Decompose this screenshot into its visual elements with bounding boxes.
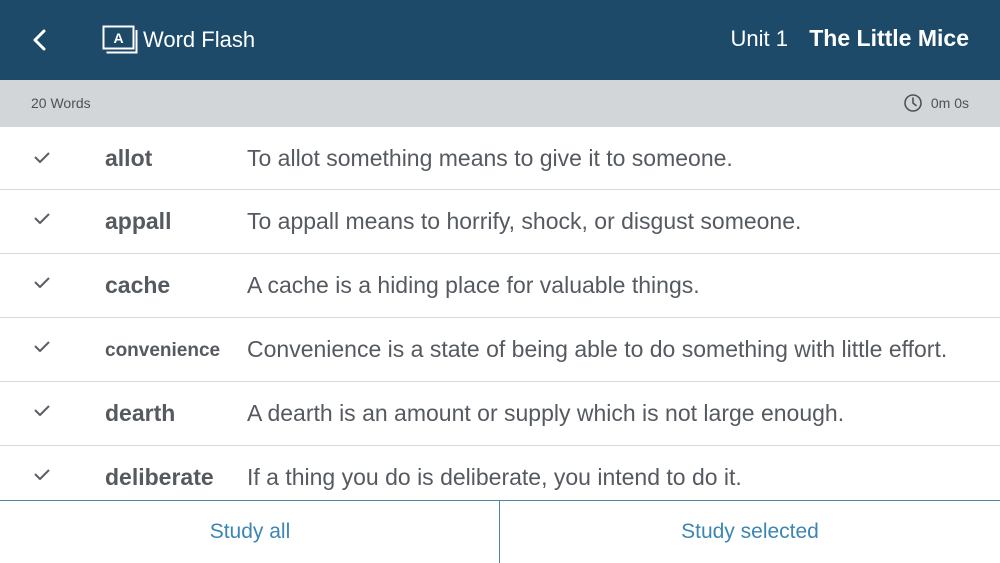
checkmark-icon[interactable] xyxy=(33,340,51,354)
word-term: cache xyxy=(105,272,171,298)
clock-icon xyxy=(904,94,922,112)
word-definition: Convenience is a state of being able to … xyxy=(247,336,948,362)
list-item[interactable]: allot To allot something means to give i… xyxy=(0,127,1000,190)
word-term: appall xyxy=(105,208,172,234)
word-definition: To appall means to horrify, shock, or di… xyxy=(247,208,802,234)
app-title: Word Flash xyxy=(143,27,256,52)
word-term: convenience xyxy=(105,340,221,361)
checkmark-icon[interactable] xyxy=(33,404,51,418)
story-title: The Little Mice xyxy=(809,25,969,51)
word-definition: To allot something means to give it to s… xyxy=(247,145,733,171)
svg-text:A: A xyxy=(113,30,123,46)
list-item[interactable]: convenience Convenience is a state of be… xyxy=(0,318,1000,382)
word-term: allot xyxy=(105,145,153,171)
list-item[interactable]: cache A cache is a hiding place for valu… xyxy=(0,254,1000,318)
list-item[interactable]: deliberate If a thing you do is delibera… xyxy=(0,446,1000,500)
timer: 0m 0s xyxy=(903,93,969,113)
app-brand: A Word Flash xyxy=(102,24,255,56)
word-flash-logo-icon: A xyxy=(102,25,138,54)
back-button[interactable] xyxy=(22,22,58,58)
word-definition: A cache is a hiding place for valuable t… xyxy=(247,272,700,298)
word-count: 20 Words xyxy=(31,95,91,111)
chevron-left-icon xyxy=(33,29,46,51)
footer-actions: Study all Study selected xyxy=(0,500,1000,563)
info-bar: 20 Words 0m 0s xyxy=(0,80,1000,127)
word-term: deliberate xyxy=(105,464,214,490)
study-selected-button[interactable]: Study selected xyxy=(500,501,1000,563)
app-header: A Word Flash Unit 1 The Little Mice xyxy=(0,0,1000,80)
word-list[interactable]: allot To allot something means to give i… xyxy=(0,127,1000,500)
checkmark-icon[interactable] xyxy=(33,276,51,290)
checkmark-icon[interactable] xyxy=(33,151,51,165)
list-item[interactable]: appall To appall means to horrify, shock… xyxy=(0,190,1000,254)
list-item[interactable]: dearth A dearth is an amount or supply w… xyxy=(0,382,1000,446)
word-definition: A dearth is an amount or supply which is… xyxy=(247,400,845,426)
unit-label: Unit 1 xyxy=(730,26,788,51)
word-definition: If a thing you do is deliberate, you int… xyxy=(247,464,742,490)
study-all-button[interactable]: Study all xyxy=(0,501,500,563)
timer-value: 0m 0s xyxy=(930,95,969,111)
footer-divider xyxy=(499,501,500,563)
word-term: dearth xyxy=(105,400,176,426)
checkmark-icon[interactable] xyxy=(33,212,51,226)
checkmark-icon[interactable] xyxy=(33,468,51,482)
